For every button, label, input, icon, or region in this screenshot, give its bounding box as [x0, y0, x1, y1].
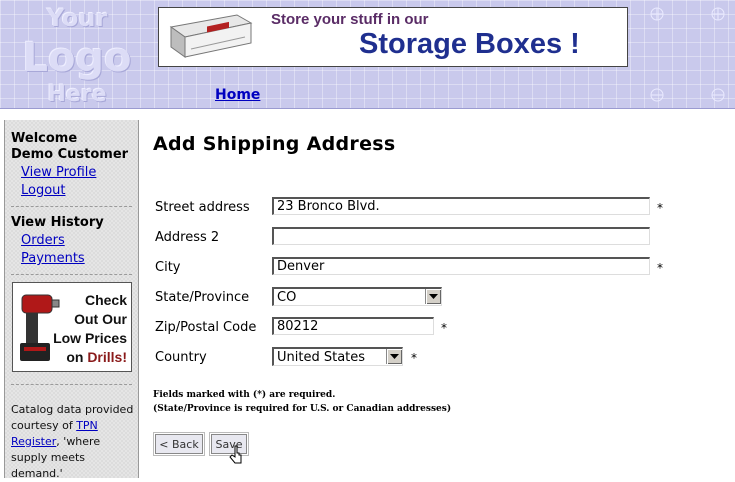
sidebar-divider: [11, 206, 132, 207]
corner-decoration-left: [0, 0, 86, 108]
corner-decoration-right: [650, 7, 725, 102]
storage-boxes-banner[interactable]: Store your stuff in our Storage Boxes !: [158, 7, 628, 67]
state-required-note: (State/Province is required for U.S. or …: [153, 404, 452, 414]
orders-link[interactable]: Orders: [21, 233, 65, 249]
required-fields-note: Fields marked with (*) are required.: [153, 390, 336, 400]
country-select-value: United States: [277, 350, 366, 365]
back-button[interactable]: < Back: [153, 432, 205, 456]
welcome-heading: Welcome: [11, 131, 78, 146]
home-link[interactable]: Home: [215, 87, 260, 103]
mouse-pointer-icon: [229, 445, 242, 464]
state-select-value: CO: [277, 290, 297, 305]
drills-promo[interactable]: Check Out Our Low Prices on Drills!: [12, 282, 132, 372]
promo-line3: Low Prices: [53, 330, 127, 346]
page-title: Add Shipping Address: [153, 133, 396, 155]
zip-input[interactable]: 80212: [272, 317, 434, 335]
city-input[interactable]: Denver: [272, 257, 650, 275]
state-label: State/Province: [155, 290, 250, 305]
required-marker: *: [441, 321, 447, 335]
chevron-down-icon[interactable]: [386, 349, 402, 364]
banner-headline: Storage Boxes !: [359, 28, 580, 60]
customer-name: Demo Customer: [11, 147, 129, 162]
drills-promo-text: Check Out Our Low Prices on Drills!: [53, 291, 127, 367]
sidebar-divider: [11, 384, 132, 385]
sidebar: Welcome Demo Customer View Profile Logou…: [4, 120, 139, 480]
required-marker: *: [657, 201, 663, 215]
logout-link[interactable]: Logout: [21, 183, 66, 199]
toolbox-image: [169, 14, 253, 58]
view-profile-link[interactable]: View Profile: [21, 165, 96, 181]
sidebar-divider: [11, 274, 132, 275]
street-address-input[interactable]: 23 Bronco Blvd.: [272, 197, 650, 215]
payments-link[interactable]: Payments: [21, 251, 85, 267]
promo-line2: Out Our: [74, 311, 127, 327]
required-marker: *: [411, 351, 417, 365]
zip-label: Zip/Postal Code: [155, 320, 257, 335]
catalog-credit: Catalog data provided courtesy of TPN Re…: [11, 402, 139, 482]
state-select[interactable]: CO: [272, 287, 442, 306]
address2-label: Address 2: [155, 230, 220, 245]
site-header: Your Logo Here Store your stuff in our S…: [0, 0, 735, 109]
promo-line4: on Drills!: [53, 348, 127, 367]
street-address-label: Street address: [155, 200, 250, 215]
address2-input[interactable]: [272, 227, 650, 245]
promo-line1: Check: [84, 292, 127, 308]
required-marker: *: [657, 261, 663, 275]
banner-tagline: Store your stuff in our: [271, 11, 429, 28]
promo-drills-highlight: Drills!: [87, 349, 127, 365]
promo-line4-prefix: on: [66, 349, 88, 365]
chevron-down-icon[interactable]: [425, 289, 441, 304]
city-label: City: [155, 260, 181, 275]
country-select[interactable]: United States: [272, 347, 403, 366]
country-label: Country: [155, 350, 207, 365]
view-history-heading: View History: [11, 215, 104, 230]
catalog-credit-prefix: Catalog data provided courtesy of: [11, 403, 134, 432]
